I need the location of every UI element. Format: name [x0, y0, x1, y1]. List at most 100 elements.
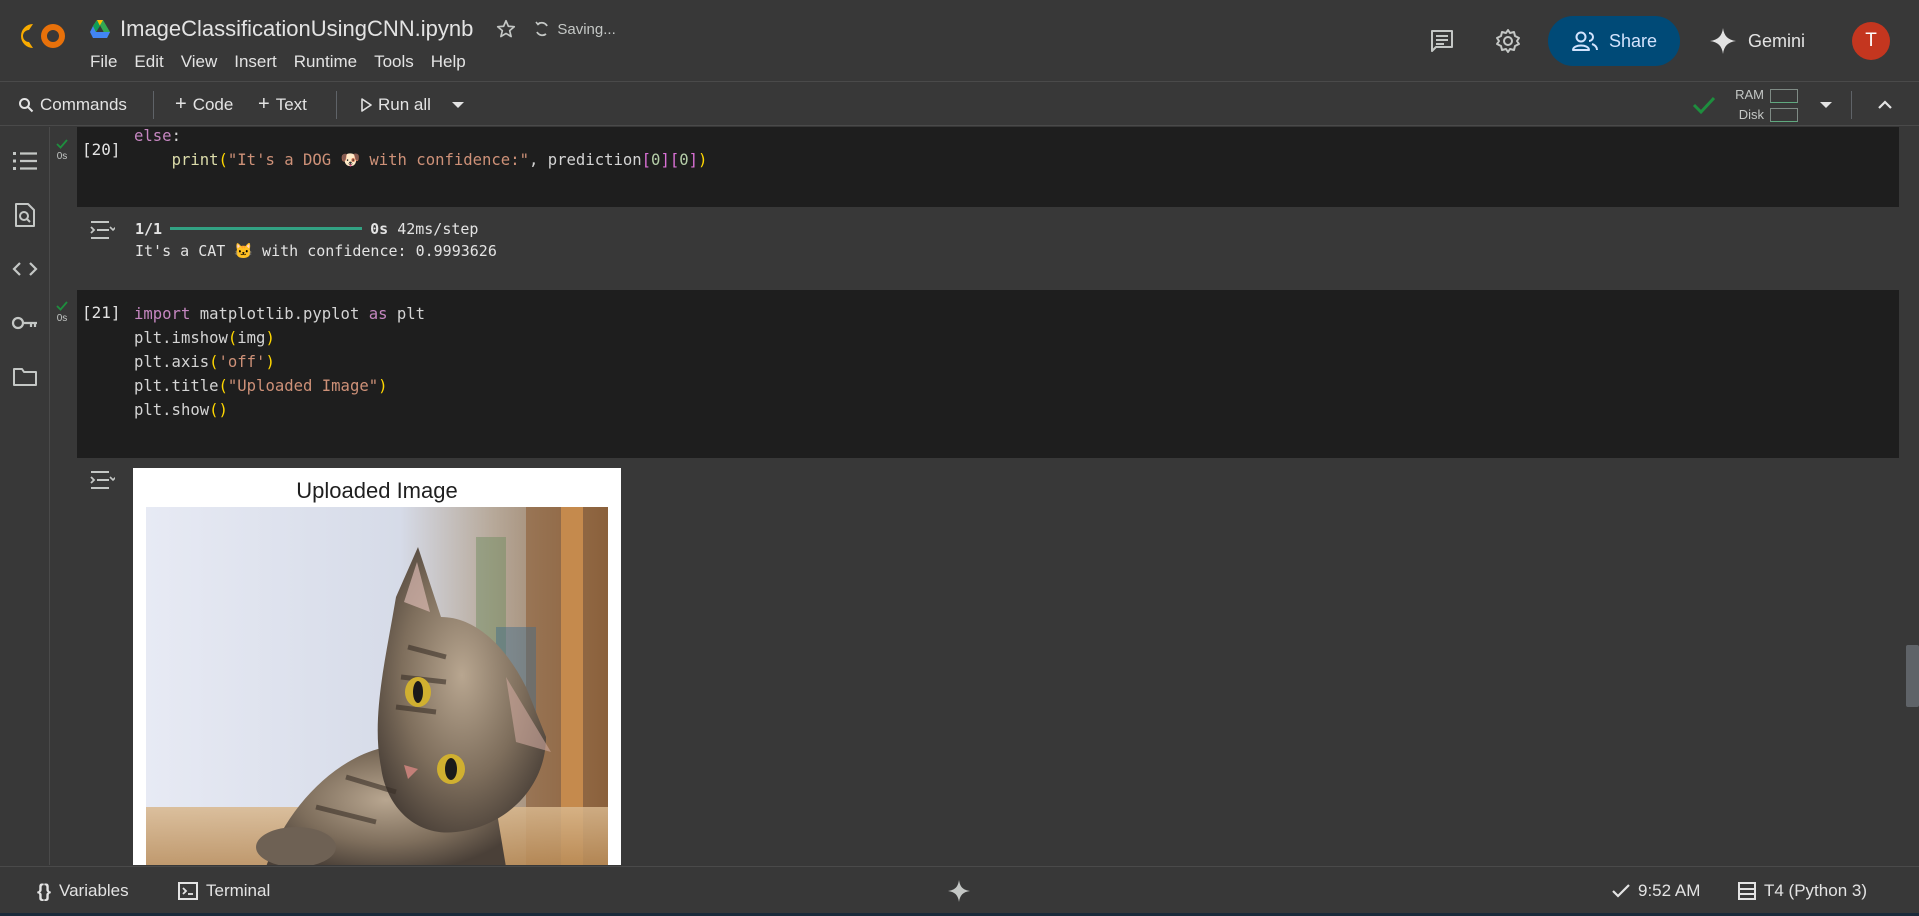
last-run-status[interactable]: 9:52 AM	[1612, 867, 1700, 915]
saving-status: Saving...	[533, 20, 616, 38]
menu-bar: File Edit View Insert Runtime Tools Help	[90, 51, 483, 73]
terminal-icon	[178, 882, 198, 900]
variables-button[interactable]: {} Variables	[37, 867, 129, 915]
menu-edit[interactable]: Edit	[134, 51, 172, 73]
connected-status[interactable]	[1692, 83, 1716, 126]
cell-output-text: 1/1 0s 42ms/step It's a CAT 🐱 with confid…	[135, 218, 497, 262]
add-text-button[interactable]: + Text	[258, 83, 307, 126]
cell-success-check-icon	[56, 139, 68, 149]
ram-usage-bar	[1770, 89, 1798, 103]
runtime-dropdown[interactable]	[1819, 83, 1833, 126]
output-toggle-icon[interactable]	[89, 219, 115, 241]
cell-code[interactable]: else: print("It's a DOG 🐶 with confidenc…	[134, 127, 707, 172]
plus-icon: +	[258, 93, 270, 115]
commands-button[interactable]: Commands	[18, 83, 127, 126]
toc-list-icon	[13, 152, 37, 170]
status-bar: {} Variables Terminal 9:52 AM T4 (Python…	[0, 866, 1919, 914]
resource-labels: RAM Disk	[1734, 85, 1764, 125]
menu-view[interactable]: View	[181, 51, 227, 73]
commands-label: Commands	[40, 94, 127, 114]
menu-tools[interactable]: Tools	[374, 51, 423, 73]
google-drive-icon[interactable]	[90, 20, 110, 38]
table-of-contents-button[interactable]	[11, 147, 39, 175]
code-snippets-button[interactable]	[11, 255, 39, 283]
add-code-label: Code	[192, 94, 234, 114]
run-all-label: Run all	[378, 94, 431, 114]
colab-logo[interactable]	[16, 20, 70, 52]
share-label: Share	[1608, 30, 1658, 51]
toolbar: Commands + Code + Text Run all RAM Disk	[0, 83, 1919, 126]
saving-label: Saving...	[557, 20, 616, 38]
account-avatar[interactable]: T	[1852, 22, 1890, 60]
code-brackets-icon	[12, 262, 38, 276]
toolbar-divider	[1851, 91, 1852, 119]
gemini-button[interactable]: Gemini	[1708, 22, 1805, 60]
play-icon	[361, 97, 372, 112]
star-icon[interactable]	[495, 18, 517, 40]
left-sidebar	[0, 127, 50, 865]
matplotlib-figure: Uploaded Image	[133, 468, 621, 865]
server-icon	[1738, 882, 1756, 900]
progress-bar	[170, 226, 363, 230]
run-all-dropdown[interactable]	[451, 83, 465, 126]
disk-label: Disk	[1738, 107, 1764, 122]
folder-icon	[13, 368, 37, 386]
toolbar-divider	[153, 91, 154, 119]
search-icon	[19, 97, 34, 112]
curly-braces-icon: {}	[37, 880, 52, 901]
add-code-button[interactable]: + Code	[175, 83, 233, 126]
progress-count: 1/1	[135, 220, 163, 238]
cell-exec-time: 0s	[56, 151, 68, 162]
check-icon	[1612, 884, 1630, 898]
output-toggle-icon[interactable]	[89, 469, 115, 491]
ram-label: RAM	[1735, 87, 1764, 102]
document-search-icon	[15, 203, 35, 227]
cell-code[interactable]: import matplotlib.pyplot as plt plt.imsh…	[134, 302, 425, 422]
menu-help[interactable]: Help	[431, 51, 475, 73]
gemini-sparkle-icon	[948, 880, 970, 902]
settings-button[interactable]	[1493, 26, 1523, 56]
comments-button[interactable]	[1427, 26, 1457, 56]
progress-time: 0s	[370, 220, 389, 238]
runtime-label: T4 (Python 3)	[1764, 881, 1867, 900]
add-text-label: Text	[275, 94, 307, 114]
progress-step: 42ms/step	[397, 220, 479, 238]
notebook-title[interactable]: ImageClassificationUsingCNN.ipynb	[120, 16, 473, 42]
notebook-content[interactable]: 0s [20] else: print("It's a DOG 🐶 with c…	[51, 127, 1909, 865]
toolbar-divider	[336, 91, 337, 119]
gemini-sparkle-button[interactable]	[947, 867, 971, 915]
terminal-label: Terminal	[206, 881, 271, 900]
cell-execution-count[interactable]: [20]	[82, 140, 121, 159]
last-run-time: 9:52 AM	[1638, 881, 1701, 900]
check-icon	[1692, 96, 1716, 114]
key-icon	[11, 316, 37, 330]
cell-execution-count[interactable]: [21]	[82, 303, 121, 322]
caret-down-icon	[1820, 101, 1832, 108]
files-button[interactable]	[11, 363, 39, 391]
terminal-button[interactable]: Terminal	[178, 867, 270, 915]
runtime-status[interactable]: T4 (Python 3)	[1738, 867, 1867, 915]
disk-usage-bar	[1770, 108, 1798, 122]
cell-success-check-icon	[56, 301, 68, 311]
cat-photo	[146, 507, 608, 865]
menu-runtime[interactable]: Runtime	[294, 51, 366, 73]
gemini-label: Gemini	[1748, 30, 1806, 51]
caret-down-icon	[452, 101, 464, 108]
find-replace-button[interactable]	[11, 201, 39, 229]
menu-insert[interactable]: Insert	[234, 51, 286, 73]
gear-icon	[1496, 29, 1520, 53]
run-all-button[interactable]: Run all	[360, 83, 431, 126]
scrollbar-thumb[interactable]	[1906, 645, 1919, 707]
cell-exec-time: 0s	[56, 313, 68, 324]
collapse-header-button[interactable]	[1877, 83, 1893, 126]
people-icon	[1571, 31, 1598, 51]
sync-icon	[535, 21, 549, 37]
secrets-button[interactable]	[11, 309, 39, 337]
title-row: ImageClassificationUsingCNN.ipynb Saving…	[90, 14, 616, 44]
menu-file[interactable]: File	[90, 51, 126, 73]
figure-title: Uploaded Image	[296, 478, 458, 503]
share-button[interactable]: Share	[1548, 16, 1680, 66]
gemini-sparkle-icon	[1710, 28, 1736, 54]
comment-icon	[1431, 30, 1453, 52]
header: ImageClassificationUsingCNN.ipynb Saving…	[0, 0, 1919, 82]
